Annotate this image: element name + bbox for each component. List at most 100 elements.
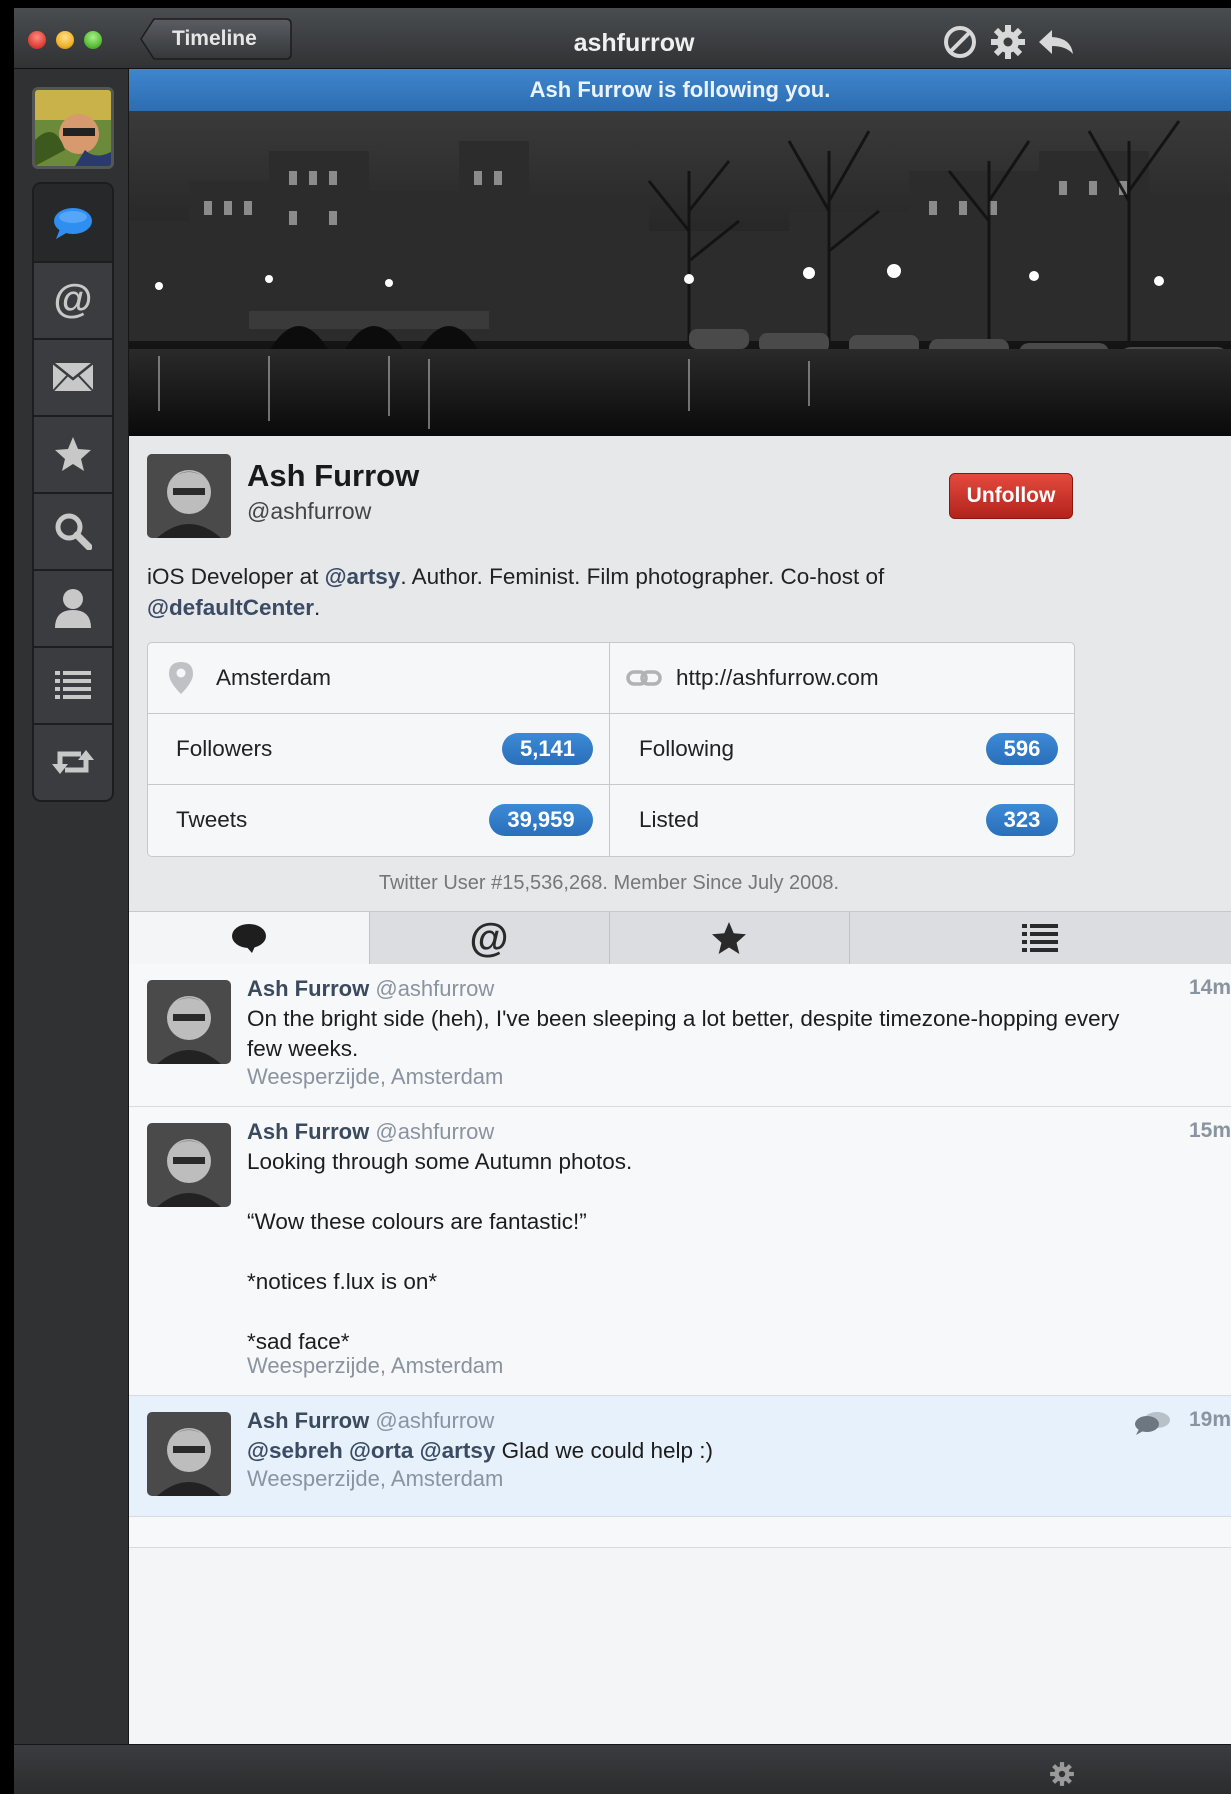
author-name: Ash Furrow — [247, 1408, 370, 1433]
tweet-avatar[interactable] — [147, 1412, 231, 1496]
listed-count-badge[interactable]: 323 — [986, 804, 1058, 836]
at-icon: @ — [469, 915, 509, 960]
gear-icon[interactable] — [988, 22, 1028, 62]
tweet-author[interactable]: Ash Furrow @ashfurrow — [247, 976, 494, 1002]
minimize-window-button[interactable] — [56, 31, 74, 49]
tweet-avatar[interactable] — [147, 1123, 231, 1207]
sidebar-item-messages[interactable] — [34, 338, 112, 417]
tweet-time: 14m — [1188, 976, 1231, 999]
account-avatar[interactable] — [32, 87, 114, 169]
following-label[interactable]: Following — [639, 714, 734, 784]
profile-card: Ash Furrow @ashfurrow Unfollow iOS Devel… — [129, 436, 1231, 911]
bio-mention-link[interactable]: @defaultCenter — [147, 595, 314, 620]
unfollow-button[interactable]: Unfollow — [949, 473, 1073, 519]
tweets-label-text: Tweets — [176, 807, 248, 832]
tweet-location[interactable]: Weesperzijde, Amsterdam — [247, 1064, 503, 1090]
list-icon — [1022, 924, 1058, 952]
author-handle: @ashfurrow — [375, 1119, 495, 1144]
sidebar-item-favorites[interactable] — [34, 415, 112, 494]
app-window: Timeline ashfurrow @ Ash Furrow is follo… — [14, 8, 1231, 1794]
bio-text: . Author. Feminist. Film photographer. C… — [400, 564, 885, 589]
tweet-row[interactable]: Ash Furrow @ashfurrow 19m @sebreh @orta … — [129, 1396, 1231, 1517]
tweet-location[interactable]: Weesperzijde, Amsterdam — [247, 1466, 503, 1492]
url-link[interactable]: http://ashfurrow.com — [676, 665, 879, 691]
sidebar-item-profile[interactable] — [34, 569, 112, 648]
url-cell[interactable]: http://ashfurrow.com — [626, 643, 879, 713]
back-button[interactable]: Timeline — [140, 18, 292, 60]
tweet-row[interactable]: Ash Furrow @ashfurrow 15m Looking throug… — [129, 1107, 1231, 1396]
profile-info-grid: Amsterdam http://ashfurrow.com Followers… — [147, 642, 1075, 857]
speech-bubble-icon — [232, 924, 266, 953]
speech-bubble-icon — [54, 207, 92, 239]
reply-icon[interactable] — [1036, 22, 1076, 62]
tweet-body-text: Glad we could help :) — [495, 1438, 714, 1463]
listed-label[interactable]: Listed — [639, 785, 699, 855]
tab-favorites[interactable] — [609, 912, 850, 964]
author-handle: @ashfurrow — [375, 976, 495, 1001]
envelope-icon — [52, 361, 94, 392]
listed-label-text: Listed — [639, 807, 700, 832]
tweets-count-badge[interactable]: 39,959 — [489, 804, 593, 836]
location-text: Amsterdam — [216, 665, 332, 690]
retweet-icon — [52, 749, 94, 774]
title-bar: Timeline ashfurrow — [14, 8, 1231, 69]
profile-pane: Ash Furrow is following you. Ash Furrow … — [129, 69, 1231, 1744]
person-icon — [55, 588, 91, 628]
sidebar-item-timeline[interactable] — [34, 184, 112, 263]
following-label-text: Following — [639, 736, 735, 761]
back-button-label: Timeline — [172, 27, 257, 50]
tweet-mentions[interactable]: @sebreh @orta @artsy — [247, 1438, 495, 1463]
sidebar-item-mentions[interactable]: @ — [34, 261, 112, 340]
star-icon — [712, 921, 746, 955]
follows-you-banner: Ash Furrow is following you. — [129, 69, 1231, 111]
window-title: ashfurrow — [573, 29, 695, 57]
tab-lists[interactable] — [849, 912, 1231, 964]
tweet-text: @sebreh @orta @artsy Glad we could help … — [247, 1436, 1127, 1466]
at-icon: @ — [53, 277, 93, 321]
sidebar-item-retweets[interactable] — [34, 723, 112, 800]
tweet-location[interactable]: Weesperzijde, Amsterdam — [247, 1353, 503, 1379]
divider — [148, 784, 1074, 785]
following-count-badge[interactable]: 596 — [986, 733, 1058, 765]
sidebar-item-lists[interactable] — [34, 646, 112, 725]
close-window-button[interactable] — [28, 31, 46, 49]
profile-bio: iOS Developer at @artsy. Author. Feminis… — [147, 561, 1207, 623]
tab-mentions[interactable]: @ — [369, 912, 610, 964]
link-icon — [626, 670, 662, 686]
member-since-text: Twitter User #15,536,268. Member Since J… — [378, 872, 840, 894]
divider — [609, 643, 610, 856]
tweet-text: Looking through some Autumn photos. “Wow… — [247, 1149, 633, 1354]
author-name: Ash Furrow — [247, 1119, 370, 1144]
gear-icon[interactable] — [1048, 1760, 1076, 1788]
profile-avatar — [147, 454, 231, 538]
tweet-avatar[interactable] — [147, 980, 231, 1064]
tweet-author[interactable]: Ash Furrow @ashfurrow — [247, 1408, 494, 1434]
tweet-time: 19m — [1188, 1408, 1231, 1431]
sidebar-item-search[interactable] — [34, 492, 112, 571]
bio-text: . — [313, 595, 321, 620]
bio-mention-link[interactable]: @artsy — [325, 564, 401, 589]
tweet-row[interactable] — [129, 1517, 1231, 1548]
block-icon[interactable] — [940, 22, 980, 62]
tweet-text: On the bright side (heh), I've been slee… — [247, 1006, 1120, 1061]
tweet-author[interactable]: Ash Furrow @ashfurrow — [247, 1119, 494, 1145]
list-icon — [55, 670, 91, 699]
followers-label-text: Followers — [176, 736, 273, 761]
conversation-icon[interactable] — [1133, 1410, 1171, 1436]
profile-name: Ash Furrow — [247, 458, 420, 493]
location-cell: Amsterdam — [168, 643, 331, 713]
tweets-label[interactable]: Tweets — [176, 785, 247, 855]
star-icon — [55, 436, 91, 471]
author-handle: @ashfurrow — [375, 1408, 495, 1433]
followers-label[interactable]: Followers — [176, 714, 272, 784]
profile-tabs: @ — [129, 911, 1231, 966]
followers-count-badge[interactable]: 5,141 — [502, 733, 593, 765]
divider — [148, 713, 1074, 714]
sidebar-nav: @ — [32, 182, 114, 802]
bottom-bar — [14, 1744, 1231, 1794]
location-pin-icon — [169, 662, 193, 694]
tab-tweets[interactable] — [129, 912, 370, 964]
zoom-window-button[interactable] — [84, 31, 102, 49]
magnifier-icon — [55, 513, 92, 550]
tweet-row[interactable]: Ash Furrow @ashfurrow 14m On the bright … — [129, 964, 1231, 1107]
